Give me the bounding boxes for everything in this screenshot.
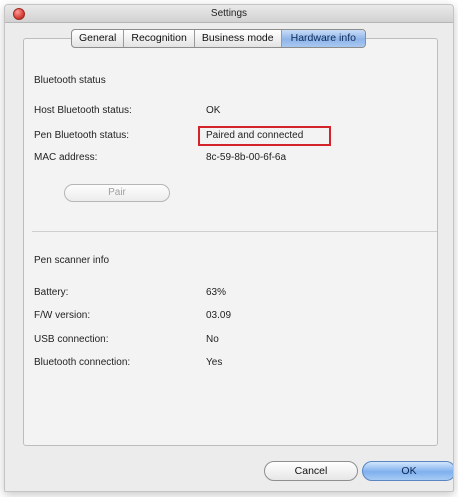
cancel-button[interactable]: Cancel [264, 461, 358, 481]
bluetooth-connection-value: Yes [206, 357, 223, 368]
pen-bluetooth-status-label: Pen Bluetooth status: [34, 130, 130, 141]
usb-connection-label: USB connection: [34, 334, 109, 345]
tab-recognition[interactable]: Recognition [124, 30, 195, 47]
window-title: Settings [210, 8, 248, 19]
tab-general[interactable]: General [72, 30, 125, 47]
tab-bar: General Recognition Business mode Hardwa… [71, 29, 366, 48]
tab-hardware-info[interactable]: Hardware info [281, 30, 365, 47]
title-bar: Settings [5, 5, 453, 23]
usb-connection-value: No [206, 334, 219, 345]
settings-window: Settings General Recognition Business mo… [4, 4, 454, 492]
battery-value: 63% [206, 287, 227, 298]
pen-scanner-info-heading: Pen scanner info [34, 255, 110, 266]
fw-version-label: F/W version: [34, 310, 91, 321]
host-bluetooth-status-value: OK [206, 105, 221, 116]
mac-address-label: MAC address: [34, 152, 98, 163]
pen-bluetooth-status-value: Paired and connected [206, 130, 304, 141]
pair-button[interactable]: Pair [64, 184, 170, 202]
fw-version-value: 03.09 [206, 310, 232, 321]
tab-business-mode[interactable]: Business mode [195, 30, 282, 47]
bluetooth-status-heading: Bluetooth status [34, 75, 106, 86]
hardware-info-panel [23, 38, 438, 446]
ok-button[interactable]: OK [362, 461, 453, 481]
mac-address-value: 8c-59-8b-00-6f-6a [206, 152, 287, 163]
host-bluetooth-status-label: Host Bluetooth status: [34, 105, 132, 116]
bluetooth-connection-label: Bluetooth connection: [34, 357, 131, 368]
battery-label: Battery: [34, 287, 69, 298]
section-divider [32, 231, 437, 232]
